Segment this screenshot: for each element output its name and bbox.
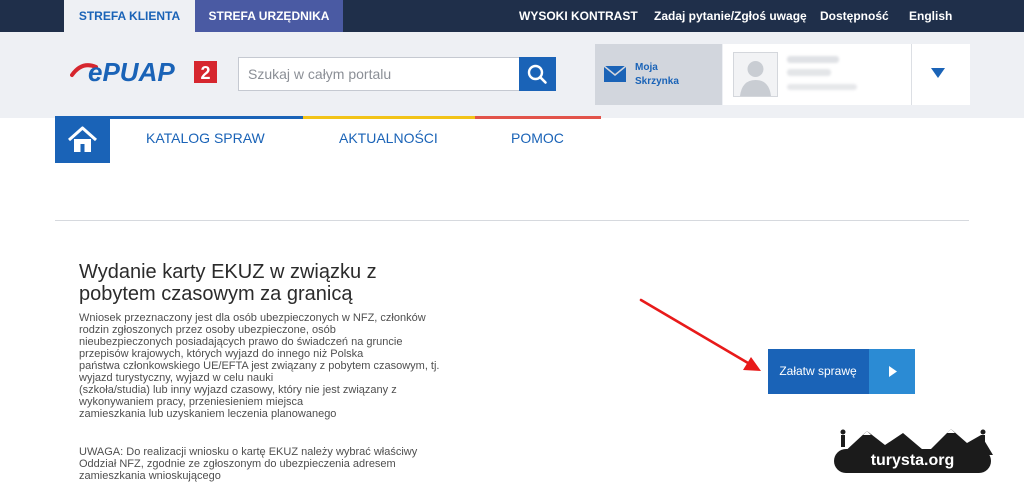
page-title: Wydanie karty EKUZ w związku z pobytem c… [79,261,377,305]
nav-accent-line [475,116,601,119]
tab-official-zone[interactable]: STREFA URZĘDNIKA [195,0,343,32]
warning-note: UWAGA: Do realizacji wniosku o kartę EKU… [79,446,417,482]
search-button[interactable] [519,57,556,91]
description-line: wyjazd turystyczny, wyjazd w celu nauki [79,372,274,384]
nav-accent-line [110,116,303,119]
description-line: zamieszkania lub uzyskaniem leczenia pla… [79,408,337,420]
logo-badge-number: 2 [200,63,210,83]
redacted-user-id [787,84,857,90]
handle-case-button[interactable]: Załatw sprawę [768,349,915,394]
page-title-line: Wydanie karty EKUZ w związku z [79,261,377,283]
play-icon [889,366,897,377]
description-line: (szkoła/studia) lub inny wyjazd czasowy,… [79,384,397,396]
handle-case-label: Załatw sprawę [779,364,857,378]
content-divider [55,220,969,221]
user-silhouette-icon [740,61,771,96]
service-description: Wniosek przeznaczony jest dla osób ubezp… [79,312,440,420]
chevron-down-icon[interactable] [931,68,945,78]
cta-arrow-segment [869,349,915,394]
inbox-label-line1: Moja [635,62,658,73]
english-link[interactable]: English [909,0,952,32]
description-line: Wniosek przeznaczony jest dla osób ubezp… [79,312,426,324]
envelope-icon [604,66,626,82]
ask-question-link[interactable]: Zadaj pytanie/Zgłoś uwagę [654,0,807,32]
redacted-user-surname [787,69,831,76]
tab-client-zone[interactable]: STREFA KLIENTA [64,0,195,32]
epuap-logo[interactable]: ePUAP 2 [70,57,220,87]
warning-line: zamieszkania wnioskującego [79,470,221,482]
description-line: nieubezpieczonych posiadających prawo do… [79,336,403,348]
home-button[interactable] [55,116,110,163]
warning-line: Oddział NFZ, zgodnie ze zgłoszonym do ub… [79,458,396,470]
inbox-label-line2: Skrzynka [635,76,679,87]
description-line: przepisów krajowych, których wyjazd do i… [79,348,364,360]
nav-item-news[interactable]: AKTUALNOŚCI [339,130,438,146]
home-icon [68,126,97,152]
description-line: państwa członkowskiego UE/EFTA jest zwią… [79,360,440,372]
my-inbox-button[interactable]: Moja Skrzynka [595,44,722,105]
page-title-line: pobytem czasowym za granicą [79,283,353,305]
description-line: wykonywaniem pracy, przeniesieniem miejs… [79,396,304,408]
search-input[interactable]: Szukaj w całym portalu [238,57,520,91]
nav-item-help[interactable]: POMOC [511,130,564,146]
search-icon [527,64,547,84]
nav-accent-line [303,116,475,119]
inbox-label: Moja Skrzynka [635,61,679,89]
accessibility-link[interactable]: Dostępność [820,0,889,32]
watermark-logo: turysta.org [833,425,993,475]
avatar[interactable] [733,52,778,97]
watermark-text: turysta.org [834,449,991,473]
logo-text: ePUAP [88,57,175,87]
description-line: rodzin zgłoszonych przez osoby ubezpiecz… [79,324,336,336]
high-contrast-link[interactable]: WYSOKI KONTRAST [519,0,638,32]
user-panel-divider [911,44,912,105]
nav-item-catalog[interactable]: KATALOG SPRAW [146,130,265,146]
warning-line: UWAGA: Do realizacji wniosku o kartę EKU… [79,446,418,458]
redacted-user-name [787,56,839,63]
